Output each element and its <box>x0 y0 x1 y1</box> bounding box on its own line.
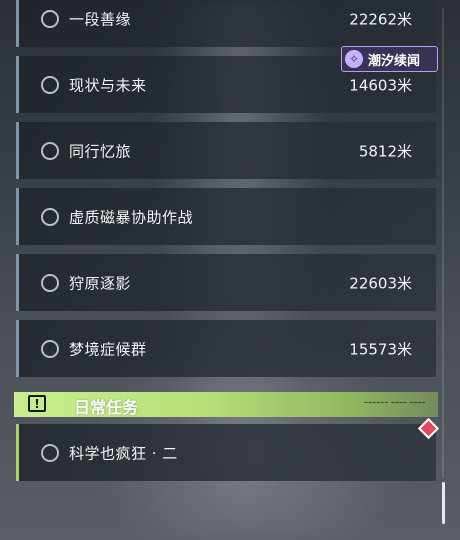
quest-status-ring-icon <box>41 141 59 160</box>
daily-quests-header[interactable]: ! 日常任务 ━━━━━━ ━━━━ ━━━━ <box>14 392 438 417</box>
tide-sequel-tag[interactable]: ✧ 潮汐续闻 <box>341 46 438 72</box>
quest-distance: 22603米 <box>349 274 412 292</box>
scrollbar-track[interactable] <box>442 8 444 478</box>
quest-status-ring-icon <box>41 9 59 28</box>
scrollbar-thumb[interactable] <box>442 482 445 524</box>
quest-item[interactable]: 狩原逐影 22603米 <box>16 254 436 311</box>
quest-status-ring-icon <box>41 273 59 292</box>
quest-status-ring-icon <box>41 443 59 462</box>
daily-quest-item[interactable]: 科学也疯狂 · 二 <box>16 424 436 481</box>
tag-label: 潮汐续闻 <box>368 54 421 69</box>
quest-distance: 22262米 <box>349 10 412 28</box>
quest-item[interactable]: 虚质磁暴协助作战 <box>16 188 436 245</box>
quest-name: 狩原逐影 <box>69 274 132 292</box>
quest-name: 虚质磁暴协助作战 <box>69 208 194 226</box>
quest-name: 梦境症候群 <box>69 340 147 358</box>
quest-name: 同行忆旅 <box>69 142 132 160</box>
quest-name: 科学也疯狂 · 二 <box>69 444 178 462</box>
quest-name: 一段善缘 <box>69 10 132 28</box>
header-decoration: ━━━━━━ ━━━━ ━━━━ <box>364 400 426 406</box>
quest-status-ring-icon <box>41 75 59 94</box>
quest-item[interactable]: 同行忆旅 5812米 <box>16 122 436 179</box>
quest-item[interactable]: 一段善缘 22262米 <box>16 0 436 47</box>
quest-distance: 5812米 <box>358 142 412 160</box>
exclamation-icon: ! <box>28 395 46 412</box>
quest-status-ring-icon <box>41 339 59 358</box>
quest-distance: 14603米 <box>349 76 412 94</box>
quest-distance: 15573米 <box>349 340 412 358</box>
quest-status-ring-icon <box>41 207 59 226</box>
quest-name: 现状与未来 <box>69 76 147 94</box>
tide-swirl-icon: ✧ <box>345 50 363 68</box>
quest-item[interactable]: 梦境症候群 15573米 <box>16 320 436 377</box>
daily-quests-title: 日常任务 <box>74 398 139 417</box>
quest-list: 一段善缘 22262米 现状与未来 14603米 同行忆旅 5812米 虚质磁暴… <box>0 0 460 540</box>
